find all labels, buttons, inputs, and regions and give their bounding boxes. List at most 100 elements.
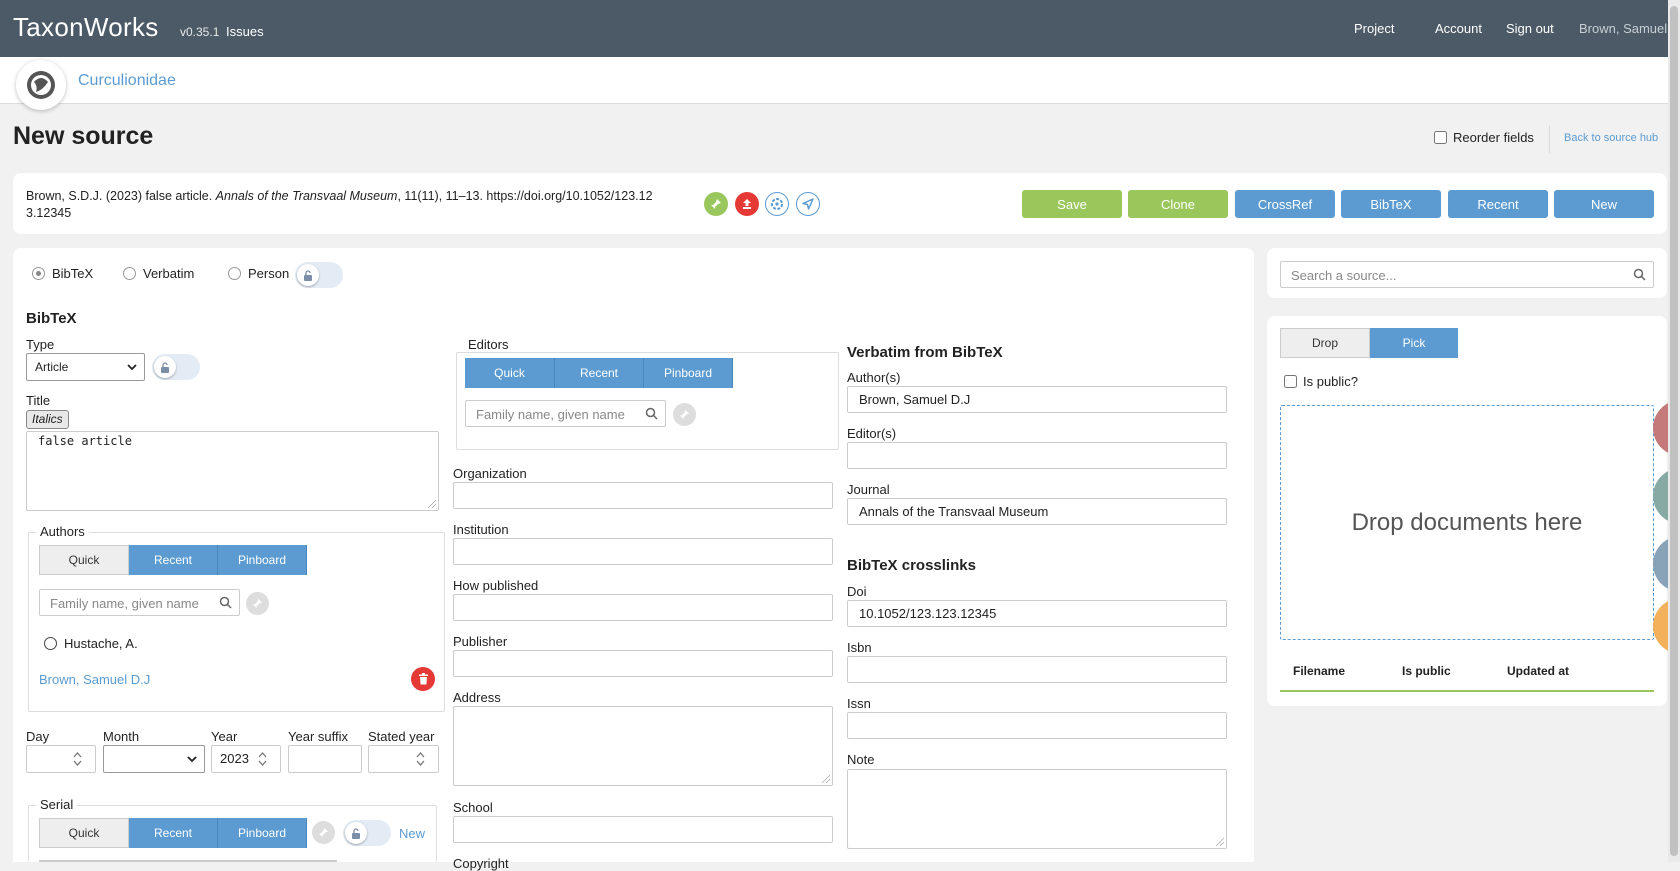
pick-toggle[interactable]: Pick (1370, 328, 1458, 358)
editors-label: Editor(s) (847, 426, 897, 441)
day-label: Day (26, 729, 50, 744)
radio-circle[interactable] (123, 267, 136, 280)
project-name-link[interactable]: Curculionidae (78, 72, 176, 90)
pin-icon[interactable] (704, 192, 728, 216)
reorder-fields-checkbox[interactable]: Reorder fields (1434, 130, 1534, 145)
source-search-input[interactable]: Search a source... (1280, 261, 1654, 288)
issues-link[interactable]: Issues (226, 24, 264, 39)
how-published-input[interactable] (453, 594, 833, 621)
radio-verbatim[interactable]: Verbatim (123, 266, 194, 281)
type-select[interactable]: Article (26, 353, 145, 381)
issn-input[interactable] (847, 712, 1227, 739)
italics-button[interactable]: Italics (26, 410, 69, 429)
app-version: v0.35.1 (180, 25, 220, 39)
address-textarea[interactable] (453, 706, 833, 786)
recent-button[interactable]: Recent (1448, 190, 1548, 218)
publisher-input[interactable] (453, 650, 833, 677)
back-to-source-hub-link[interactable]: Back to source hub (1564, 132, 1658, 144)
author-search-input[interactable]: Family name, given name (39, 589, 240, 616)
radio-person[interactable]: Person (228, 266, 289, 281)
navigate-icon[interactable] (796, 192, 820, 216)
nav-user[interactable]: Brown, Samuel (1579, 21, 1667, 36)
serial-tab-recent[interactable]: Recent (129, 818, 218, 848)
is-public-checkbox[interactable]: Is public? (1284, 374, 1358, 389)
citation-before: Brown, S.D.J. (2023) false article. (26, 189, 216, 203)
spinner-icon[interactable] (416, 750, 425, 768)
chevron-down-icon (127, 364, 137, 371)
nav-account[interactable]: Account (1435, 21, 1482, 36)
save-button[interactable]: Save (1022, 190, 1122, 218)
editor-search-input[interactable]: Family name, given name (465, 400, 666, 427)
citation-journal: Annals of the Transvaal Museum (215, 189, 398, 203)
journal-input[interactable]: Annals of the Transvaal Museum (847, 498, 1227, 525)
upload-icon[interactable] (735, 192, 759, 216)
note-textarea[interactable] (847, 769, 1227, 849)
serial-tab-pinboard[interactable]: Pinboard (218, 818, 307, 848)
radio-bibtex[interactable]: BibTeX (32, 266, 93, 281)
school-label: School (453, 800, 493, 815)
type-lock-toggle[interactable] (152, 354, 200, 380)
title-textarea[interactable]: false article (26, 431, 439, 511)
publisher-label: Publisher (453, 634, 508, 649)
stated-year-input[interactable] (368, 745, 439, 773)
chevron-down-icon (187, 756, 197, 763)
project-logo-icon[interactable] (16, 60, 66, 110)
crossref-button[interactable]: CrossRef (1235, 190, 1335, 218)
bibtex-button[interactable]: BibTeX (1341, 190, 1441, 218)
doi-input[interactable]: 10.1052/123.123.12345 (847, 600, 1227, 627)
year-input[interactable]: 2023 (211, 745, 281, 773)
nav-project[interactable]: Project (1354, 21, 1394, 36)
author-option-hustache[interactable]: Hustache, A. (44, 636, 138, 651)
year-suffix-label: Year suffix (288, 729, 348, 744)
serial-new-link[interactable]: New (399, 826, 425, 841)
brand-logo[interactable]: TaxonWorks (13, 12, 159, 43)
serial-pin-icon[interactable] (312, 821, 335, 844)
organization-label: Organization (453, 466, 527, 481)
organization-input[interactable] (453, 482, 833, 509)
authors-tab-quick[interactable]: Quick (39, 545, 129, 575)
radio-circle[interactable] (44, 637, 57, 650)
serial-lock-toggle[interactable] (343, 820, 391, 846)
drop-toggle[interactable]: Drop (1280, 328, 1370, 358)
resize-handle[interactable] (1216, 838, 1224, 846)
radio-circle[interactable] (228, 267, 241, 280)
author-added-link[interactable]: Brown, Samuel D.J (39, 672, 150, 687)
authors-tab-recent[interactable]: Recent (129, 545, 218, 575)
year-suffix-input[interactable] (288, 745, 362, 773)
spinner-icon[interactable] (258, 750, 267, 768)
editors-tab-quick[interactable]: Quick (465, 358, 555, 388)
column-filename[interactable]: Filename (1293, 664, 1345, 678)
authors-tab-pinboard[interactable]: Pinboard (218, 545, 307, 575)
isbn-input[interactable] (847, 656, 1227, 683)
scrollbar-thumb[interactable] (1670, 6, 1678, 856)
author-pin-icon[interactable] (246, 592, 269, 615)
editors-tab-recent[interactable]: Recent (555, 358, 644, 388)
serial-tab-quick[interactable]: Quick (39, 818, 129, 848)
verbatim-authors-input[interactable]: Brown, Samuel D.J (847, 386, 1227, 413)
document-dropzone[interactable]: Drop documents here (1280, 405, 1654, 640)
spinner-icon[interactable] (73, 750, 82, 768)
institution-input[interactable] (453, 538, 833, 565)
column-updated-at[interactable]: Updated at (1507, 664, 1569, 678)
source-type-lock-toggle[interactable] (295, 262, 343, 288)
radio-circle[interactable] (32, 267, 45, 280)
column-is-public[interactable]: Is public (1402, 664, 1451, 678)
page-scrollbar[interactable] (1668, 0, 1680, 862)
editor-pin-icon[interactable] (673, 403, 696, 426)
nav-sign-out[interactable]: Sign out (1506, 21, 1554, 36)
clone-button[interactable]: Clone (1128, 190, 1228, 218)
editors-tab-pinboard[interactable]: Pinboard (644, 358, 733, 388)
note-label: Note (847, 752, 875, 767)
is-public-checkbox-input[interactable] (1284, 375, 1297, 388)
trash-icon[interactable] (411, 667, 435, 691)
radial-annotator-icon[interactable] (765, 192, 789, 216)
resize-handle[interactable] (822, 775, 830, 783)
school-input[interactable] (453, 816, 833, 843)
month-select[interactable] (103, 745, 205, 773)
verbatim-editors-input[interactable] (847, 442, 1227, 469)
new-button[interactable]: New (1554, 190, 1654, 218)
lock-icon (154, 356, 176, 378)
day-input[interactable] (26, 745, 96, 773)
reorder-checkbox-input[interactable] (1434, 131, 1447, 144)
resize-handle[interactable] (428, 500, 436, 508)
